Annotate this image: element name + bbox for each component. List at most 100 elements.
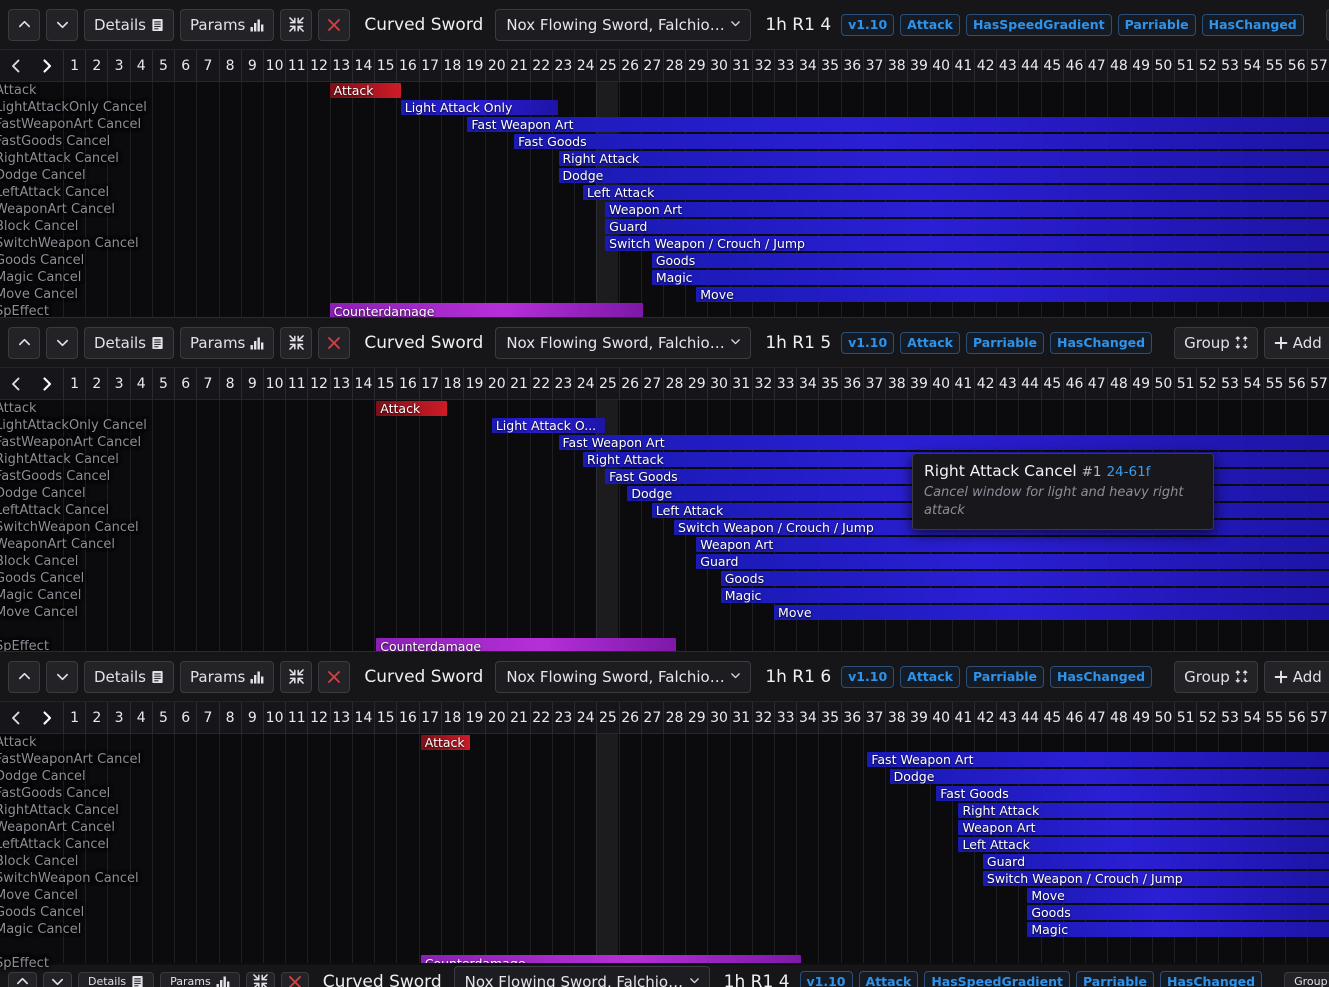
add-button[interactable]: Add xyxy=(1264,661,1329,693)
tag-haschanged[interactable]: HasChanged xyxy=(1050,666,1152,688)
tag-attack[interactable]: Attack xyxy=(900,666,960,688)
weapon-list-select[interactable]: Nox Flowing Sword, Falchion, B... xyxy=(454,966,710,987)
timeline-bar[interactable]: Switch Weapon / Crouch / Jump xyxy=(605,236,1329,251)
tag-haschanged[interactable]: HasChanged xyxy=(1160,971,1262,987)
tag-parriable[interactable]: Parriable xyxy=(966,666,1044,688)
ruler-tick: 54 xyxy=(1241,368,1263,400)
timeline-bar[interactable]: Weapon Art xyxy=(605,202,1329,217)
close-button[interactable] xyxy=(318,661,350,693)
ruler-tick: 35 xyxy=(818,702,840,734)
details-button[interactable]: Details xyxy=(84,661,174,693)
scroll-left-button[interactable] xyxy=(0,50,31,82)
timeline-bar[interactable]: Move xyxy=(696,287,1329,302)
ruler-tick: 1 xyxy=(63,368,85,400)
timeline-bar[interactable]: Guard xyxy=(983,854,1329,869)
scroll-left-button[interactable] xyxy=(0,702,31,734)
timeline-bar[interactable]: Dodge xyxy=(559,168,1329,183)
move-down-button[interactable] xyxy=(43,972,72,987)
group-button[interactable]: Group xyxy=(1174,327,1258,359)
timeline-bar[interactable]: Switch Weapon / Crouch / Jump xyxy=(983,871,1329,886)
timeline-bar[interactable]: Goods xyxy=(1027,905,1329,920)
tag-v110[interactable]: v1.10 xyxy=(841,666,894,688)
tag-v110[interactable]: v1.10 xyxy=(841,14,894,36)
tag-attack[interactable]: Attack xyxy=(900,14,960,36)
timeline-bar[interactable]: Move xyxy=(774,605,1329,620)
collapse-button[interactable] xyxy=(280,661,312,693)
tag-v110[interactable]: v1.10 xyxy=(800,971,853,987)
add-button[interactable]: Add xyxy=(1264,327,1329,359)
scroll-right-button[interactable] xyxy=(31,50,62,82)
timeline-bar[interactable]: Guard xyxy=(605,219,1329,234)
timeline-bar[interactable]: Light Attack O... xyxy=(492,418,605,433)
timeline-bar[interactable]: Fast Weapon Art xyxy=(867,752,1329,767)
details-button[interactable]: Details xyxy=(84,327,174,359)
move-up-button[interactable] xyxy=(8,972,37,987)
group-button[interactable]: Group xyxy=(1174,661,1258,693)
timeline-bar[interactable]: Move xyxy=(1027,888,1329,903)
timeline-bar[interactable]: Left Attack xyxy=(583,185,1329,200)
collapse-button[interactable] xyxy=(280,327,312,359)
timeline-bar[interactable]: Attack xyxy=(330,83,401,98)
timeline-bar[interactable]: Goods xyxy=(652,253,1329,268)
ruler-tick: 30 xyxy=(707,702,729,734)
params-button[interactable]: Params xyxy=(180,661,274,693)
collapse-button[interactable] xyxy=(280,9,312,41)
tag-attack[interactable]: Attack xyxy=(900,332,960,354)
tag-attack[interactable]: Attack xyxy=(859,971,919,987)
timeline-bar[interactable]: Guard xyxy=(696,554,1329,569)
timeline-bar[interactable]: Right Attack xyxy=(958,803,1329,818)
group-button[interactable]: Group xyxy=(1284,972,1329,987)
timeline-body-3: AttackAttackFastWeaponArt CancelFast Wea… xyxy=(0,734,1329,982)
scroll-right-button[interactable] xyxy=(31,368,62,400)
scroll-right-button[interactable] xyxy=(31,702,62,734)
timeline-bar[interactable]: Fast Weapon Art xyxy=(467,117,1329,132)
timeline-bar[interactable]: Counterdamage xyxy=(330,303,643,317)
collapse-button[interactable] xyxy=(246,972,275,987)
params-button[interactable]: Params xyxy=(180,327,274,359)
close-button[interactable] xyxy=(281,972,309,987)
timeline-bar[interactable]: Right Attack xyxy=(559,151,1329,166)
tag-hasspeedgradient[interactable]: HasSpeedGradient xyxy=(966,14,1112,36)
timeline-bar[interactable]: Weapon Art xyxy=(696,537,1329,552)
weapon-list-select[interactable]: Nox Flowing Sword, Falchion, B... xyxy=(495,9,751,41)
timeline-bar[interactable]: Left Attack xyxy=(958,837,1329,852)
tag-parriable[interactable]: Parriable xyxy=(1118,14,1196,36)
params-button[interactable]: Params xyxy=(180,9,274,41)
tag-v110[interactable]: v1.10 xyxy=(841,332,894,354)
tag-parriable[interactable]: Parriable xyxy=(1076,971,1154,987)
weapon-list-select[interactable]: Nox Flowing Sword, Falchion, B... xyxy=(495,327,751,359)
move-down-button[interactable] xyxy=(46,661,78,693)
timeline-bar[interactable]: Magic xyxy=(721,588,1329,603)
timeline-bar[interactable]: Dodge xyxy=(890,769,1329,784)
timeline-bar[interactable]: Fast Goods xyxy=(514,134,1329,149)
close-button[interactable] xyxy=(318,327,350,359)
ruler-tick: 14 xyxy=(352,50,374,82)
timeline-bar[interactable]: Magic xyxy=(652,270,1329,285)
timeline-bar[interactable]: Fast Weapon Art xyxy=(559,435,1329,450)
params-button[interactable]: Params xyxy=(160,972,240,987)
tag-hasspeedgradient[interactable]: HasSpeedGradient xyxy=(924,971,1070,987)
timeline-bar[interactable]: Attack xyxy=(376,401,447,416)
move-down-button[interactable] xyxy=(46,9,78,41)
details-button[interactable]: Details xyxy=(84,9,174,41)
move-down-button[interactable] xyxy=(46,327,78,359)
close-button[interactable] xyxy=(318,9,350,41)
timeline-bar[interactable]: Light Attack Only xyxy=(401,100,559,115)
ruler-tick: 55 xyxy=(1263,368,1285,400)
timeline-bar[interactable]: Weapon Art xyxy=(958,820,1329,835)
tag-haschanged[interactable]: HasChanged xyxy=(1050,332,1152,354)
tag-haschanged[interactable]: HasChanged xyxy=(1202,14,1304,36)
move-up-button[interactable] xyxy=(8,327,40,359)
tag-parriable[interactable]: Parriable xyxy=(966,332,1044,354)
timeline-row xyxy=(0,82,1329,99)
details-button[interactable]: Details xyxy=(78,972,154,987)
timeline-bar[interactable]: Attack xyxy=(421,735,470,750)
scroll-left-button[interactable] xyxy=(0,368,31,400)
move-up-button[interactable] xyxy=(8,9,40,41)
timeline-bar[interactable]: Fast Goods xyxy=(936,786,1329,801)
timeline-bar[interactable]: Goods xyxy=(721,571,1329,586)
move-up-button[interactable] xyxy=(8,661,40,693)
weapon-list-select[interactable]: Nox Flowing Sword, Falchion, B... xyxy=(495,661,751,693)
timeline-bar[interactable]: Magic xyxy=(1027,922,1329,937)
timeline-bar[interactable]: Counterdamage xyxy=(376,638,676,651)
